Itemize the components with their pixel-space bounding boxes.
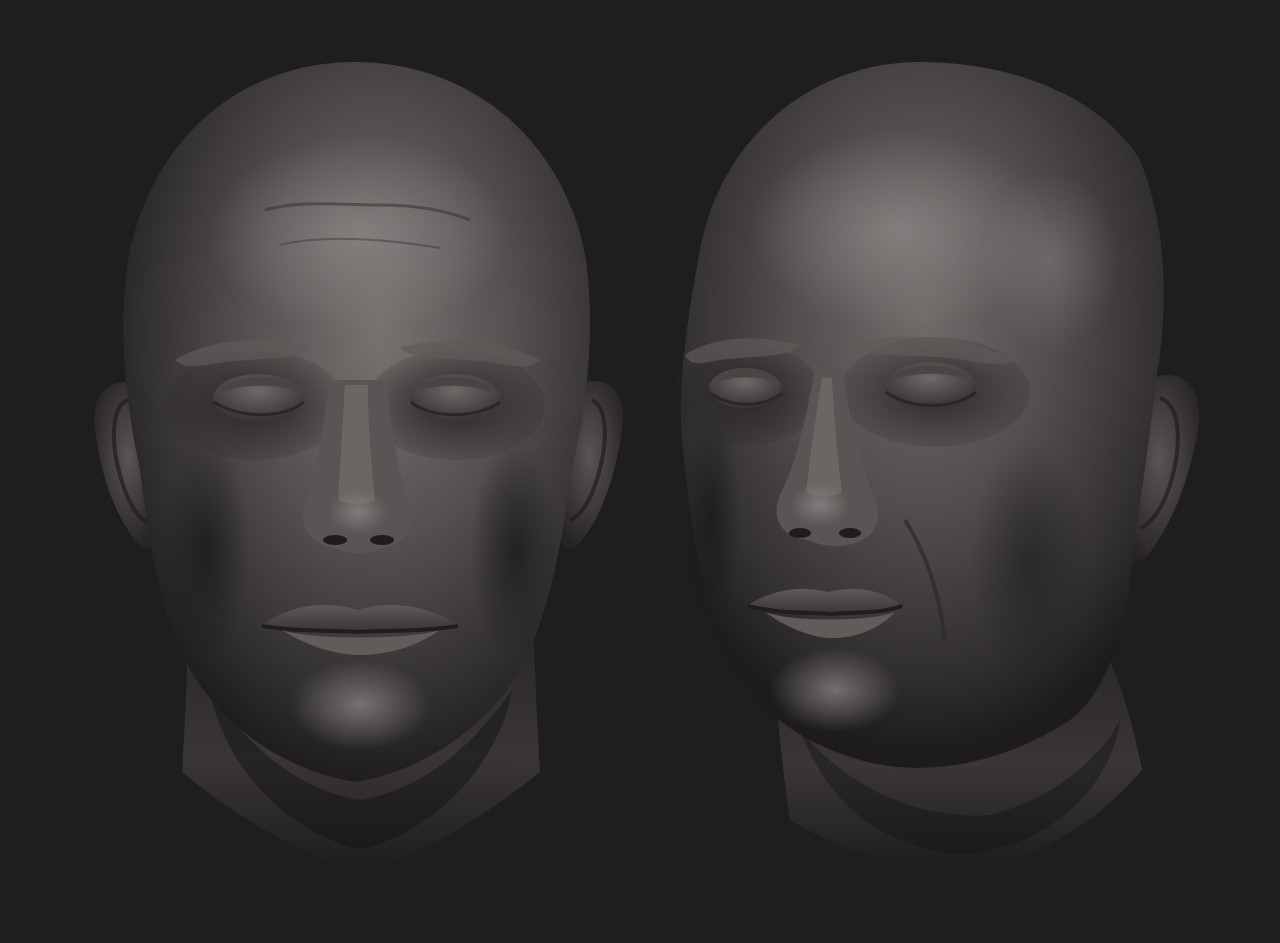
render-viewport <box>0 0 1280 943</box>
right-cheek-shadow <box>970 440 1090 680</box>
right-nostril <box>839 528 861 538</box>
left-nostril <box>789 528 811 538</box>
chin-highlight <box>290 660 430 750</box>
left-nostril <box>323 535 347 545</box>
left-cheek-shadow <box>160 440 250 660</box>
right-nostril <box>370 535 394 545</box>
nose-tip-highlight <box>328 490 388 534</box>
temple-highlight <box>980 170 1120 350</box>
sculpt-render <box>0 0 1280 943</box>
nose-tip-highlight <box>790 483 850 527</box>
chin-highlight <box>770 648 900 732</box>
forehead-highlight <box>210 135 510 335</box>
right-cheek-shadow <box>470 440 560 660</box>
left-cheek-shadow <box>684 410 740 630</box>
